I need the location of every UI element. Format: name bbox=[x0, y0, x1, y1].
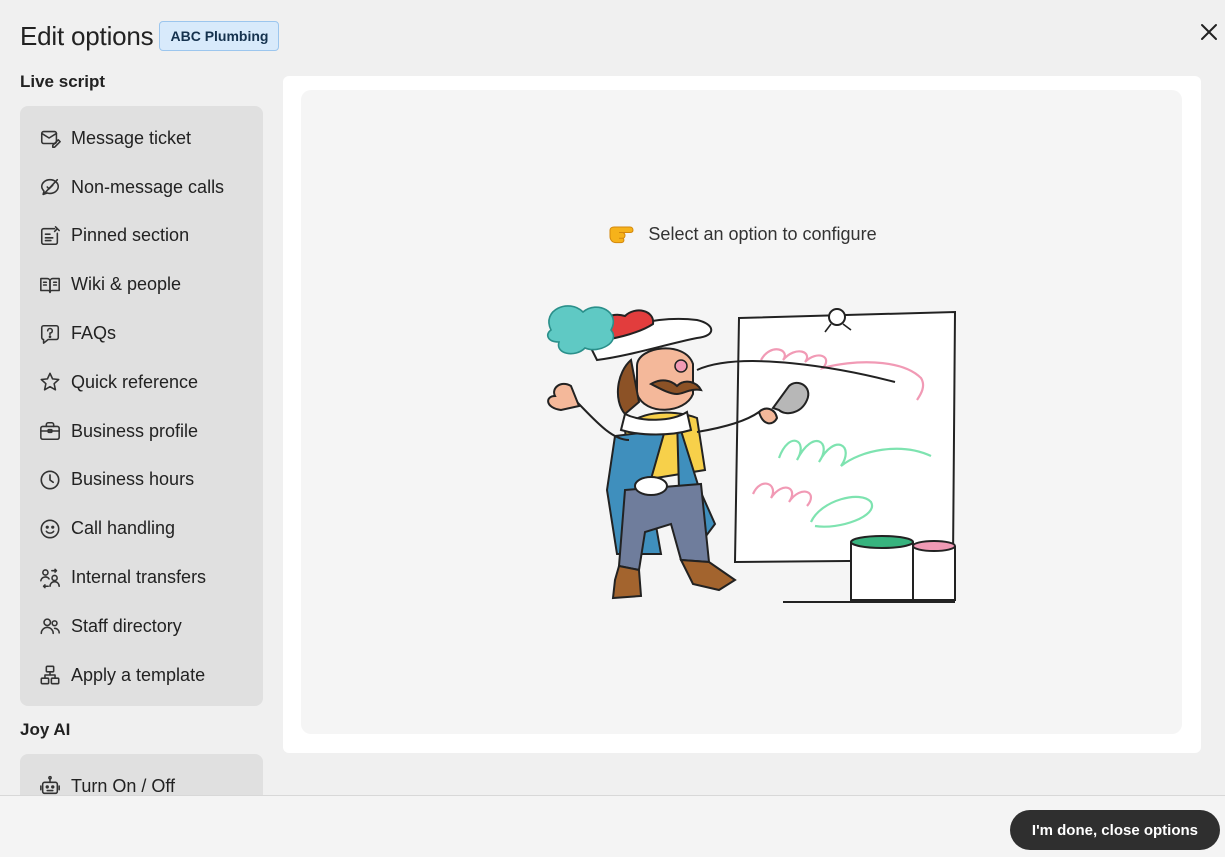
clock-icon bbox=[40, 470, 60, 490]
menu-item-label: Internal transfers bbox=[71, 567, 207, 588]
menu-item-call-handling[interactable]: Call handling bbox=[20, 504, 263, 553]
menu-item-label: Wiki & people bbox=[71, 274, 182, 295]
empty-state-panel: Select an option to configure bbox=[301, 90, 1182, 734]
template-icon bbox=[40, 665, 60, 685]
menu-item-label: Apply a template bbox=[71, 664, 206, 685]
briefcase-icon bbox=[40, 422, 60, 441]
section-title-live-script: Live script bbox=[20, 72, 106, 91]
menu-item-label: Staff directory bbox=[71, 615, 182, 636]
no-message-icon bbox=[40, 179, 60, 196]
menu-item-label: Call handling bbox=[71, 518, 176, 539]
menu-item-quick-reference[interactable]: Quick reference bbox=[20, 358, 263, 407]
menu-item-apply-template[interactable]: Apply a template bbox=[20, 651, 263, 700]
menu-item-label: Pinned section bbox=[71, 225, 190, 246]
close-button[interactable] bbox=[1195, 18, 1223, 46]
people-icon bbox=[40, 618, 60, 635]
menu-item-business-hours[interactable]: Business hours bbox=[20, 456, 263, 505]
live-script-menu: Message ticket Non-message calls Pinned … bbox=[20, 106, 263, 706]
envelope-edit-icon bbox=[40, 131, 61, 149]
content-card: Select an option to configure bbox=[283, 76, 1201, 753]
menu-item-business-profile[interactable]: Business profile bbox=[20, 407, 263, 456]
menu-item-label: Non-message calls bbox=[71, 176, 225, 197]
star-icon bbox=[40, 372, 60, 391]
menu-item-non-message-calls[interactable]: Non-message calls bbox=[20, 163, 263, 212]
header: Edit options ABC Plumbing bbox=[20, 18, 280, 54]
menu-item-internal-transfers[interactable]: Internal transfers bbox=[20, 553, 263, 602]
prompt-text: Select an option to configure bbox=[648, 223, 877, 244]
section-title-joy-ai: Joy AI bbox=[20, 720, 71, 739]
menu-item-staff-directory[interactable]: Staff directory bbox=[20, 602, 263, 651]
business-badge: ABC Plumbing bbox=[159, 21, 280, 51]
menu-item-label: Business hours bbox=[71, 469, 195, 490]
book-icon bbox=[40, 277, 60, 293]
menu-item-label: Business profile bbox=[71, 420, 199, 441]
close-icon bbox=[1201, 24, 1217, 40]
menu-item-message-ticket[interactable]: Message ticket bbox=[20, 114, 263, 163]
empty-state-prompt: Select an option to configure bbox=[301, 220, 1182, 248]
done-close-options-button[interactable]: I'm done, close options bbox=[1009, 810, 1220, 850]
menu-item-label: Message ticket bbox=[71, 127, 192, 148]
transfer-people-icon bbox=[40, 568, 60, 588]
pinned-note-icon bbox=[40, 226, 60, 246]
menu-item-label: Quick reference bbox=[71, 371, 199, 392]
question-bubble-icon bbox=[40, 324, 60, 344]
painter-illustration bbox=[546, 305, 957, 603]
menu-item-label: FAQs bbox=[71, 323, 117, 344]
menu-item-faqs[interactable]: FAQs bbox=[20, 309, 263, 358]
footer: I'm done, close options bbox=[0, 795, 1225, 857]
pointing-hand-icon bbox=[609, 226, 634, 244]
menu-item-label: Turn On / Off bbox=[71, 775, 176, 796]
page-title: Edit options bbox=[20, 20, 154, 51]
smiley-icon bbox=[40, 519, 60, 539]
menu-item-wiki-people[interactable]: Wiki & people bbox=[20, 260, 263, 309]
menu-item-pinned-section[interactable]: Pinned section bbox=[20, 212, 263, 261]
